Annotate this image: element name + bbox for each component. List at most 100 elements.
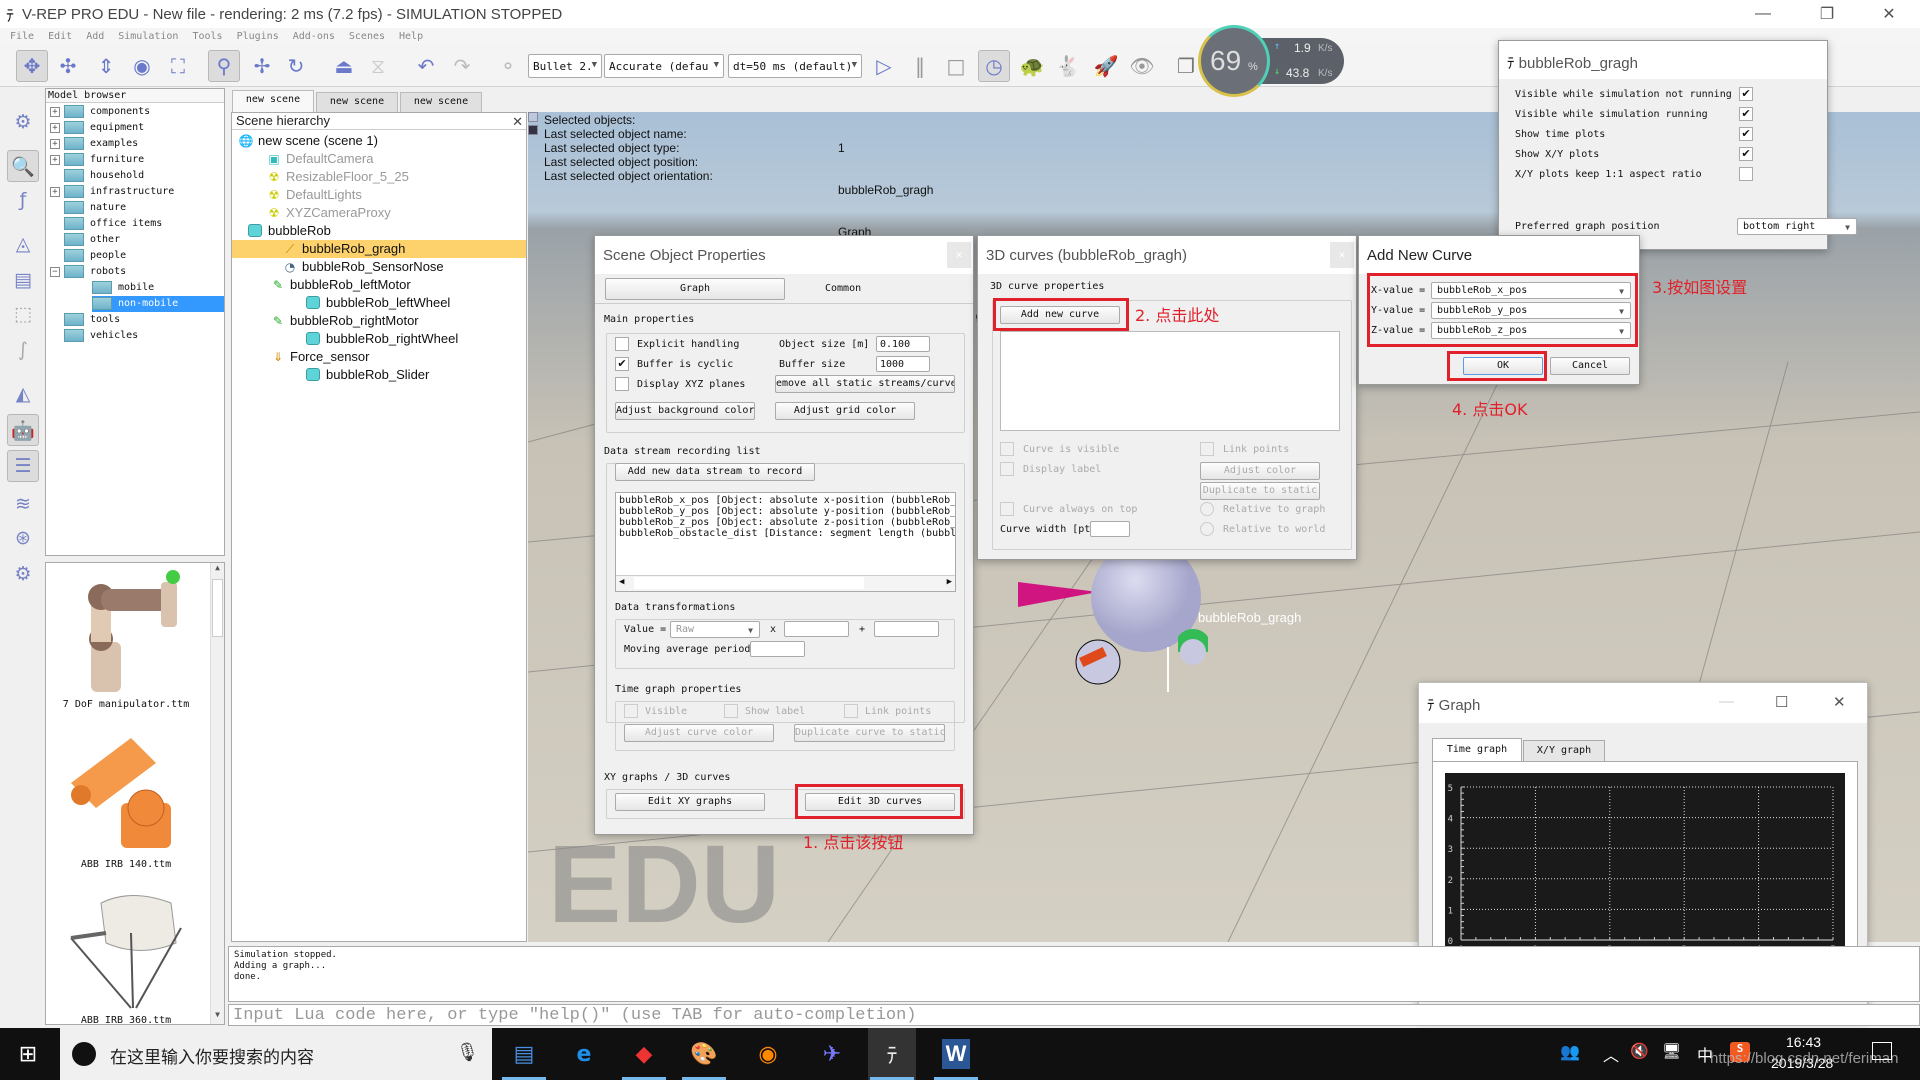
- always-on-top-checkbox[interactable]: [1000, 502, 1014, 516]
- model-browser-icon[interactable]: 🔍: [7, 150, 39, 182]
- graph-setting-checkbox[interactable]: ✔: [1739, 127, 1753, 141]
- scripts-icon[interactable]: ▤: [7, 264, 39, 296]
- assemble-icon[interactable]: ⏏: [328, 50, 360, 82]
- dialog-close-icon[interactable]: ✕: [947, 242, 971, 268]
- timestep-select[interactable]: dt=50 ms (default): [728, 54, 862, 78]
- expand-icon[interactable]: +: [50, 187, 60, 197]
- info-collapse-icon[interactable]: [528, 112, 538, 122]
- scroll-left-icon[interactable]: ◀: [619, 577, 624, 588]
- adjust-curve-color-button[interactable]: Adjust curve color: [624, 724, 774, 742]
- model-folder-people[interactable]: people: [64, 248, 126, 264]
- taskbar-search[interactable]: 在这里输入你要搜索的内容 🎙: [60, 1028, 492, 1080]
- menu-plugins[interactable]: Plugins: [237, 31, 279, 42]
- model-folder-other[interactable]: other: [64, 232, 120, 248]
- duplicate-to-static-button[interactable]: Duplicate to static: [1200, 482, 1320, 500]
- model-folder-robots[interactable]: robots: [64, 264, 126, 280]
- scene-tab-2[interactable]: new scene: [316, 92, 398, 112]
- menu-scenes[interactable]: Scenes: [349, 31, 385, 42]
- model-folder-examples[interactable]: examples: [64, 136, 138, 152]
- graph-maximize-icon[interactable]: ☐: [1775, 693, 1788, 711]
- stream-item[interactable]: bubbleRob_obstacle_dist [Distance: segme…: [619, 528, 955, 539]
- tab-xy-graph[interactable]: X/Y graph: [1523, 740, 1605, 762]
- link-points-checkbox[interactable]: [844, 704, 858, 718]
- graph-setting-checkbox[interactable]: ✔: [1739, 107, 1753, 121]
- realtime-icon[interactable]: ◷: [978, 50, 1010, 82]
- offset-input[interactable]: [874, 621, 939, 637]
- menu-tools[interactable]: Tools: [192, 31, 222, 42]
- moving-average-input[interactable]: [750, 641, 805, 657]
- horizontal-scrollbar[interactable]: ◀ ▶: [616, 575, 955, 591]
- model-folder-household[interactable]: household: [64, 168, 144, 184]
- taskbar-app-explorer[interactable]: ▤: [500, 1028, 548, 1080]
- add-data-stream-button[interactable]: Add new data stream to record: [615, 463, 815, 481]
- stream-item[interactable]: bubbleRob_x_pos [Object: absolute x-posi…: [619, 495, 955, 506]
- buffer-cyclic-checkbox[interactable]: ✔: [615, 357, 629, 371]
- thumbnail-7dof-manipulator[interactable]: [61, 567, 201, 697]
- hierarchy-item-bubbleRob_leftWheel[interactable]: bubbleRob_leftWheel: [306, 294, 450, 312]
- menu-simulation[interactable]: Simulation: [118, 31, 178, 42]
- path-edit-icon[interactable]: ∫: [7, 334, 39, 366]
- threaded-rendering-icon[interactable]: 🚀: [1090, 50, 1122, 82]
- menu-help[interactable]: Help: [399, 31, 423, 42]
- edit-xy-graphs-button[interactable]: Edit XY graphs: [615, 793, 765, 811]
- graph-setting-checkbox[interactable]: ✔: [1739, 147, 1753, 161]
- graph-close-icon[interactable]: ✕: [1833, 693, 1846, 711]
- hierarchy-item-bubbleRob_gragh[interactable]: ⟋ bubbleRob_gragh: [232, 240, 526, 258]
- layers-icon[interactable]: ≋: [7, 488, 39, 520]
- model-folder-tools[interactable]: tools: [64, 312, 120, 328]
- object-rotate-icon[interactable]: ↻: [280, 50, 312, 82]
- scroll-down-icon[interactable]: ▼: [211, 1010, 224, 1024]
- duplicate-curve-static-button[interactable]: Duplicate curve to static: [794, 724, 945, 742]
- user-settings-icon[interactable]: ⚙: [7, 558, 39, 590]
- model-folder-mobile[interactable]: mobile: [92, 280, 154, 296]
- menu-add[interactable]: Add: [86, 31, 104, 42]
- hierarchy-item-bubbleRob_leftMotor[interactable]: ✎ bubbleRob_leftMotor: [270, 276, 411, 294]
- hierarchy-item-ResizableFloor_5_25[interactable]: ☢ ResizableFloor_5_25: [266, 168, 409, 186]
- taskbar-app-vrep[interactable]: ﾃ: [868, 1028, 916, 1080]
- hierarchy-item-bubbleRob_rightWheel[interactable]: bubbleRob_rightWheel: [306, 330, 458, 348]
- tab-common[interactable]: Common: [825, 283, 861, 294]
- expand-icon[interactable]: +: [50, 123, 60, 133]
- visible-checkbox[interactable]: [624, 704, 638, 718]
- value-transform-select[interactable]: Raw: [670, 621, 760, 638]
- people-icon[interactable]: 👥: [1560, 1042, 1580, 1061]
- calculation-modules-icon[interactable]: ƒ: [7, 184, 39, 216]
- expand-icon[interactable]: +: [50, 139, 60, 149]
- transfer-dna-icon[interactable]: ⧖: [362, 50, 394, 82]
- hierarchy-item-bubbleRob_SensorNose[interactable]: ◔ bubbleRob_SensorNose: [282, 258, 444, 276]
- simulation-settings-icon[interactable]: ⚙: [7, 106, 39, 138]
- model-folder-office-items[interactable]: office items: [64, 216, 162, 232]
- pause-icon[interactable]: ‖: [904, 50, 936, 82]
- explicit-handling-checkbox[interactable]: [615, 337, 629, 351]
- camera-pan-icon[interactable]: ✥: [16, 50, 48, 82]
- stop-icon[interactable]: □: [940, 50, 972, 82]
- dynamics-toggle-icon[interactable]: ⚬: [492, 50, 524, 82]
- taskbar-app-word[interactable]: W: [932, 1028, 980, 1080]
- buffer-size-input[interactable]: 1000: [876, 356, 930, 372]
- taskbar-app-feishu[interactable]: ✈: [808, 1028, 856, 1080]
- click-selection-icon[interactable]: ⚲: [208, 50, 240, 82]
- model-folder-furniture[interactable]: furniture: [64, 152, 144, 168]
- adjust-background-color-button[interactable]: Adjust background color: [615, 402, 755, 420]
- hierarchy-item-new-scene-scene-1-[interactable]: 🌐 new scene (scene 1): [238, 132, 378, 150]
- scene-tab-1[interactable]: new scene: [232, 90, 314, 112]
- object-size-input[interactable]: 0.100: [876, 336, 930, 352]
- adjust-grid-color-button[interactable]: Adjust grid color: [775, 402, 915, 420]
- hierarchy-item-XYZCameraProxy[interactable]: ☢ XYZCameraProxy: [266, 204, 391, 222]
- microphone-icon[interactable]: 🎙: [456, 1042, 479, 1063]
- model-folder-components[interactable]: components: [64, 104, 150, 120]
- hierarchy-item-DefaultCamera[interactable]: ▣ DefaultCamera: [266, 150, 373, 168]
- selection-icon[interactable]: ◭: [7, 378, 39, 410]
- start-button[interactable]: ⊞: [4, 1028, 52, 1080]
- scrollbar-thumb[interactable]: [212, 579, 223, 637]
- hierarchy-item-DefaultLights[interactable]: ☢ DefaultLights: [266, 186, 362, 204]
- play-icon[interactable]: ▷: [868, 50, 900, 82]
- close-button[interactable]: ✕: [1866, 0, 1912, 28]
- remove-static-streams-button[interactable]: emove all static streams/curve: [775, 375, 955, 393]
- expand-icon[interactable]: +: [50, 107, 60, 117]
- adjust-color-button[interactable]: Adjust color: [1200, 462, 1320, 480]
- network-icon[interactable]: 🖥: [1662, 1042, 1681, 1060]
- relative-graph-radio[interactable]: [1200, 502, 1214, 516]
- model-folder-non-mobile[interactable]: non-mobile: [92, 296, 224, 312]
- taskbar-app-firefox[interactable]: ◉: [744, 1028, 792, 1080]
